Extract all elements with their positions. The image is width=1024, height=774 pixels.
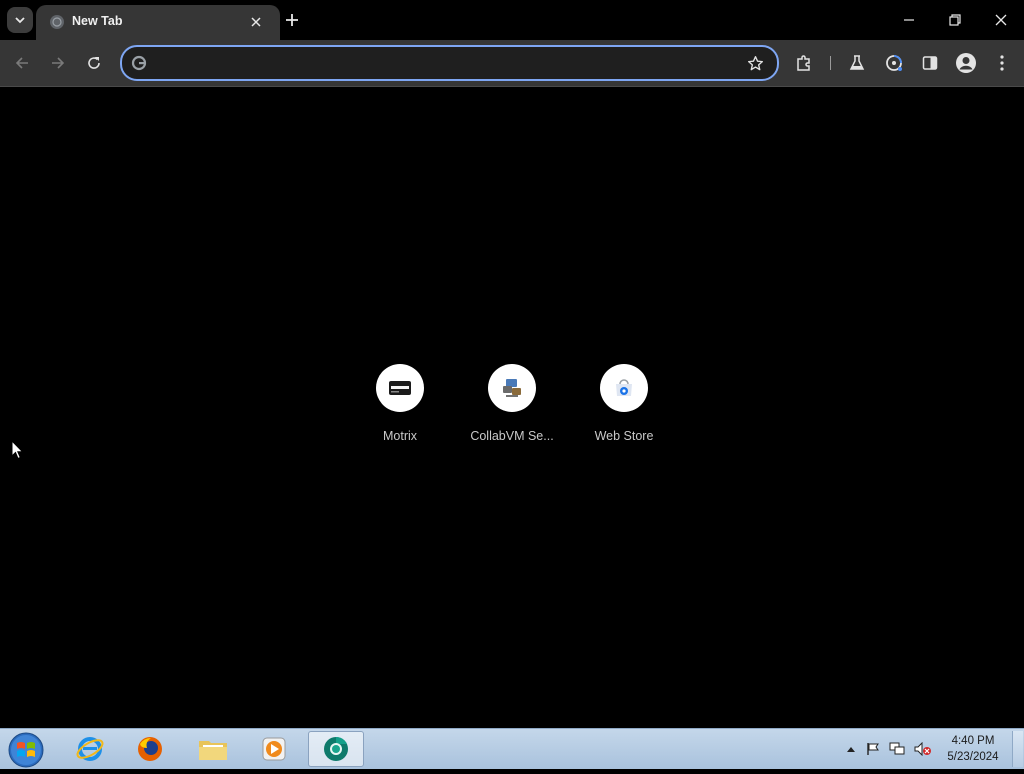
- windows-taskbar: 4:40 PM 5/23/2024: [0, 728, 1024, 769]
- shortcut-tile[interactable]: [488, 364, 536, 412]
- collabvm-icon: [503, 379, 521, 397]
- shortcut-label: Motrix: [382, 429, 418, 443]
- flag-icon: [867, 743, 879, 755]
- flask-icon: [849, 55, 865, 70]
- forward-button[interactable]: [46, 51, 70, 75]
- web-store-icon: [616, 379, 632, 396]
- tab-new-tab[interactable]: New Tab: [36, 5, 280, 40]
- taskbar-file-explorer[interactable]: [185, 731, 241, 767]
- clock-date: 5/23/2024: [947, 751, 999, 763]
- tab-title: New Tab: [72, 14, 123, 28]
- shortcut-tile[interactable]: [600, 364, 648, 412]
- arrow-right-icon: [52, 57, 65, 69]
- folder-icon: [199, 741, 227, 760]
- lens-icon: [886, 55, 902, 71]
- side-panel-button[interactable]: [918, 51, 942, 75]
- back-button[interactable]: [10, 51, 34, 75]
- browser-toolbar: [0, 40, 1024, 86]
- volume-tray[interactable]: [914, 739, 932, 759]
- shortcut-label: CollabVM Se...: [470, 429, 554, 443]
- motrix-icon: [389, 381, 411, 395]
- new-tab-button[interactable]: [281, 9, 303, 31]
- close-icon: [251, 17, 261, 27]
- chrome-icon: [324, 736, 348, 761]
- restore-icon: [949, 14, 961, 26]
- close-window-button[interactable]: [989, 8, 1013, 32]
- address-input[interactable]: [156, 51, 740, 77]
- show-hidden-icons-button[interactable]: [842, 739, 860, 759]
- shortcut-tile[interactable]: [376, 364, 424, 412]
- shortcut-collabvm[interactable]: CollabVM Se...: [456, 364, 568, 444]
- puzzle-icon: [797, 55, 810, 71]
- taskbar-media-player[interactable]: [246, 731, 302, 767]
- globe-icon: [50, 15, 64, 29]
- windows-orb-icon: [8, 732, 44, 768]
- google-lens-button[interactable]: [882, 51, 906, 75]
- menu-button[interactable]: [990, 51, 1014, 75]
- profile-button[interactable]: [954, 51, 978, 75]
- side-panel-icon: [922, 56, 938, 70]
- tab-search-button[interactable]: [7, 7, 33, 33]
- restore-button[interactable]: [943, 8, 967, 32]
- tab-close-button[interactable]: [246, 12, 266, 32]
- taskbar-internet-explorer[interactable]: [62, 731, 118, 767]
- chevron-up-icon: [847, 747, 855, 752]
- start-button[interactable]: [6, 731, 46, 769]
- show-desktop-button[interactable]: [1012, 731, 1023, 767]
- media-player-icon: [262, 737, 286, 761]
- arrow-left-icon: [15, 57, 28, 69]
- star-icon: [747, 55, 763, 70]
- chevron-down-icon: [15, 17, 25, 24]
- toolbar-separator: [830, 56, 831, 70]
- reload-button[interactable]: [82, 51, 106, 75]
- taskbar-chrome[interactable]: [308, 731, 364, 767]
- ie-icon: [76, 737, 104, 761]
- network-tray[interactable]: [888, 739, 906, 759]
- reload-icon: [88, 57, 100, 69]
- close-icon: [995, 14, 1007, 26]
- volume-muted-icon: [914, 742, 931, 756]
- plus-icon: [286, 14, 298, 26]
- new-tab-page: Motrix CollabVM Se... Web Store: [0, 87, 1024, 728]
- taskbar-firefox[interactable]: [122, 731, 178, 767]
- network-icon: [889, 742, 905, 755]
- minimize-button[interactable]: [897, 8, 921, 32]
- labs-button[interactable]: [845, 51, 869, 75]
- mouse-cursor-icon: [11, 440, 24, 460]
- avatar-icon: [956, 53, 976, 73]
- tab-strip: New Tab: [0, 0, 1024, 40]
- shortcut-web-store[interactable]: Web Store: [568, 364, 680, 444]
- taskbar-clock[interactable]: 4:40 PM 5/23/2024: [938, 733, 1008, 765]
- clock-time: 4:40 PM: [951, 735, 995, 747]
- shortcut-motrix[interactable]: Motrix: [344, 364, 456, 444]
- google-icon: [131, 55, 147, 71]
- extensions-button[interactable]: [792, 51, 816, 75]
- firefox-icon: [138, 737, 162, 761]
- kebab-menu-icon: [1000, 55, 1004, 71]
- minimize-icon: [904, 19, 914, 21]
- address-bar[interactable]: [120, 45, 779, 81]
- action-center-tray[interactable]: [864, 739, 882, 759]
- bookmark-star-button[interactable]: [744, 52, 766, 74]
- shortcut-label: Web Store: [594, 429, 654, 443]
